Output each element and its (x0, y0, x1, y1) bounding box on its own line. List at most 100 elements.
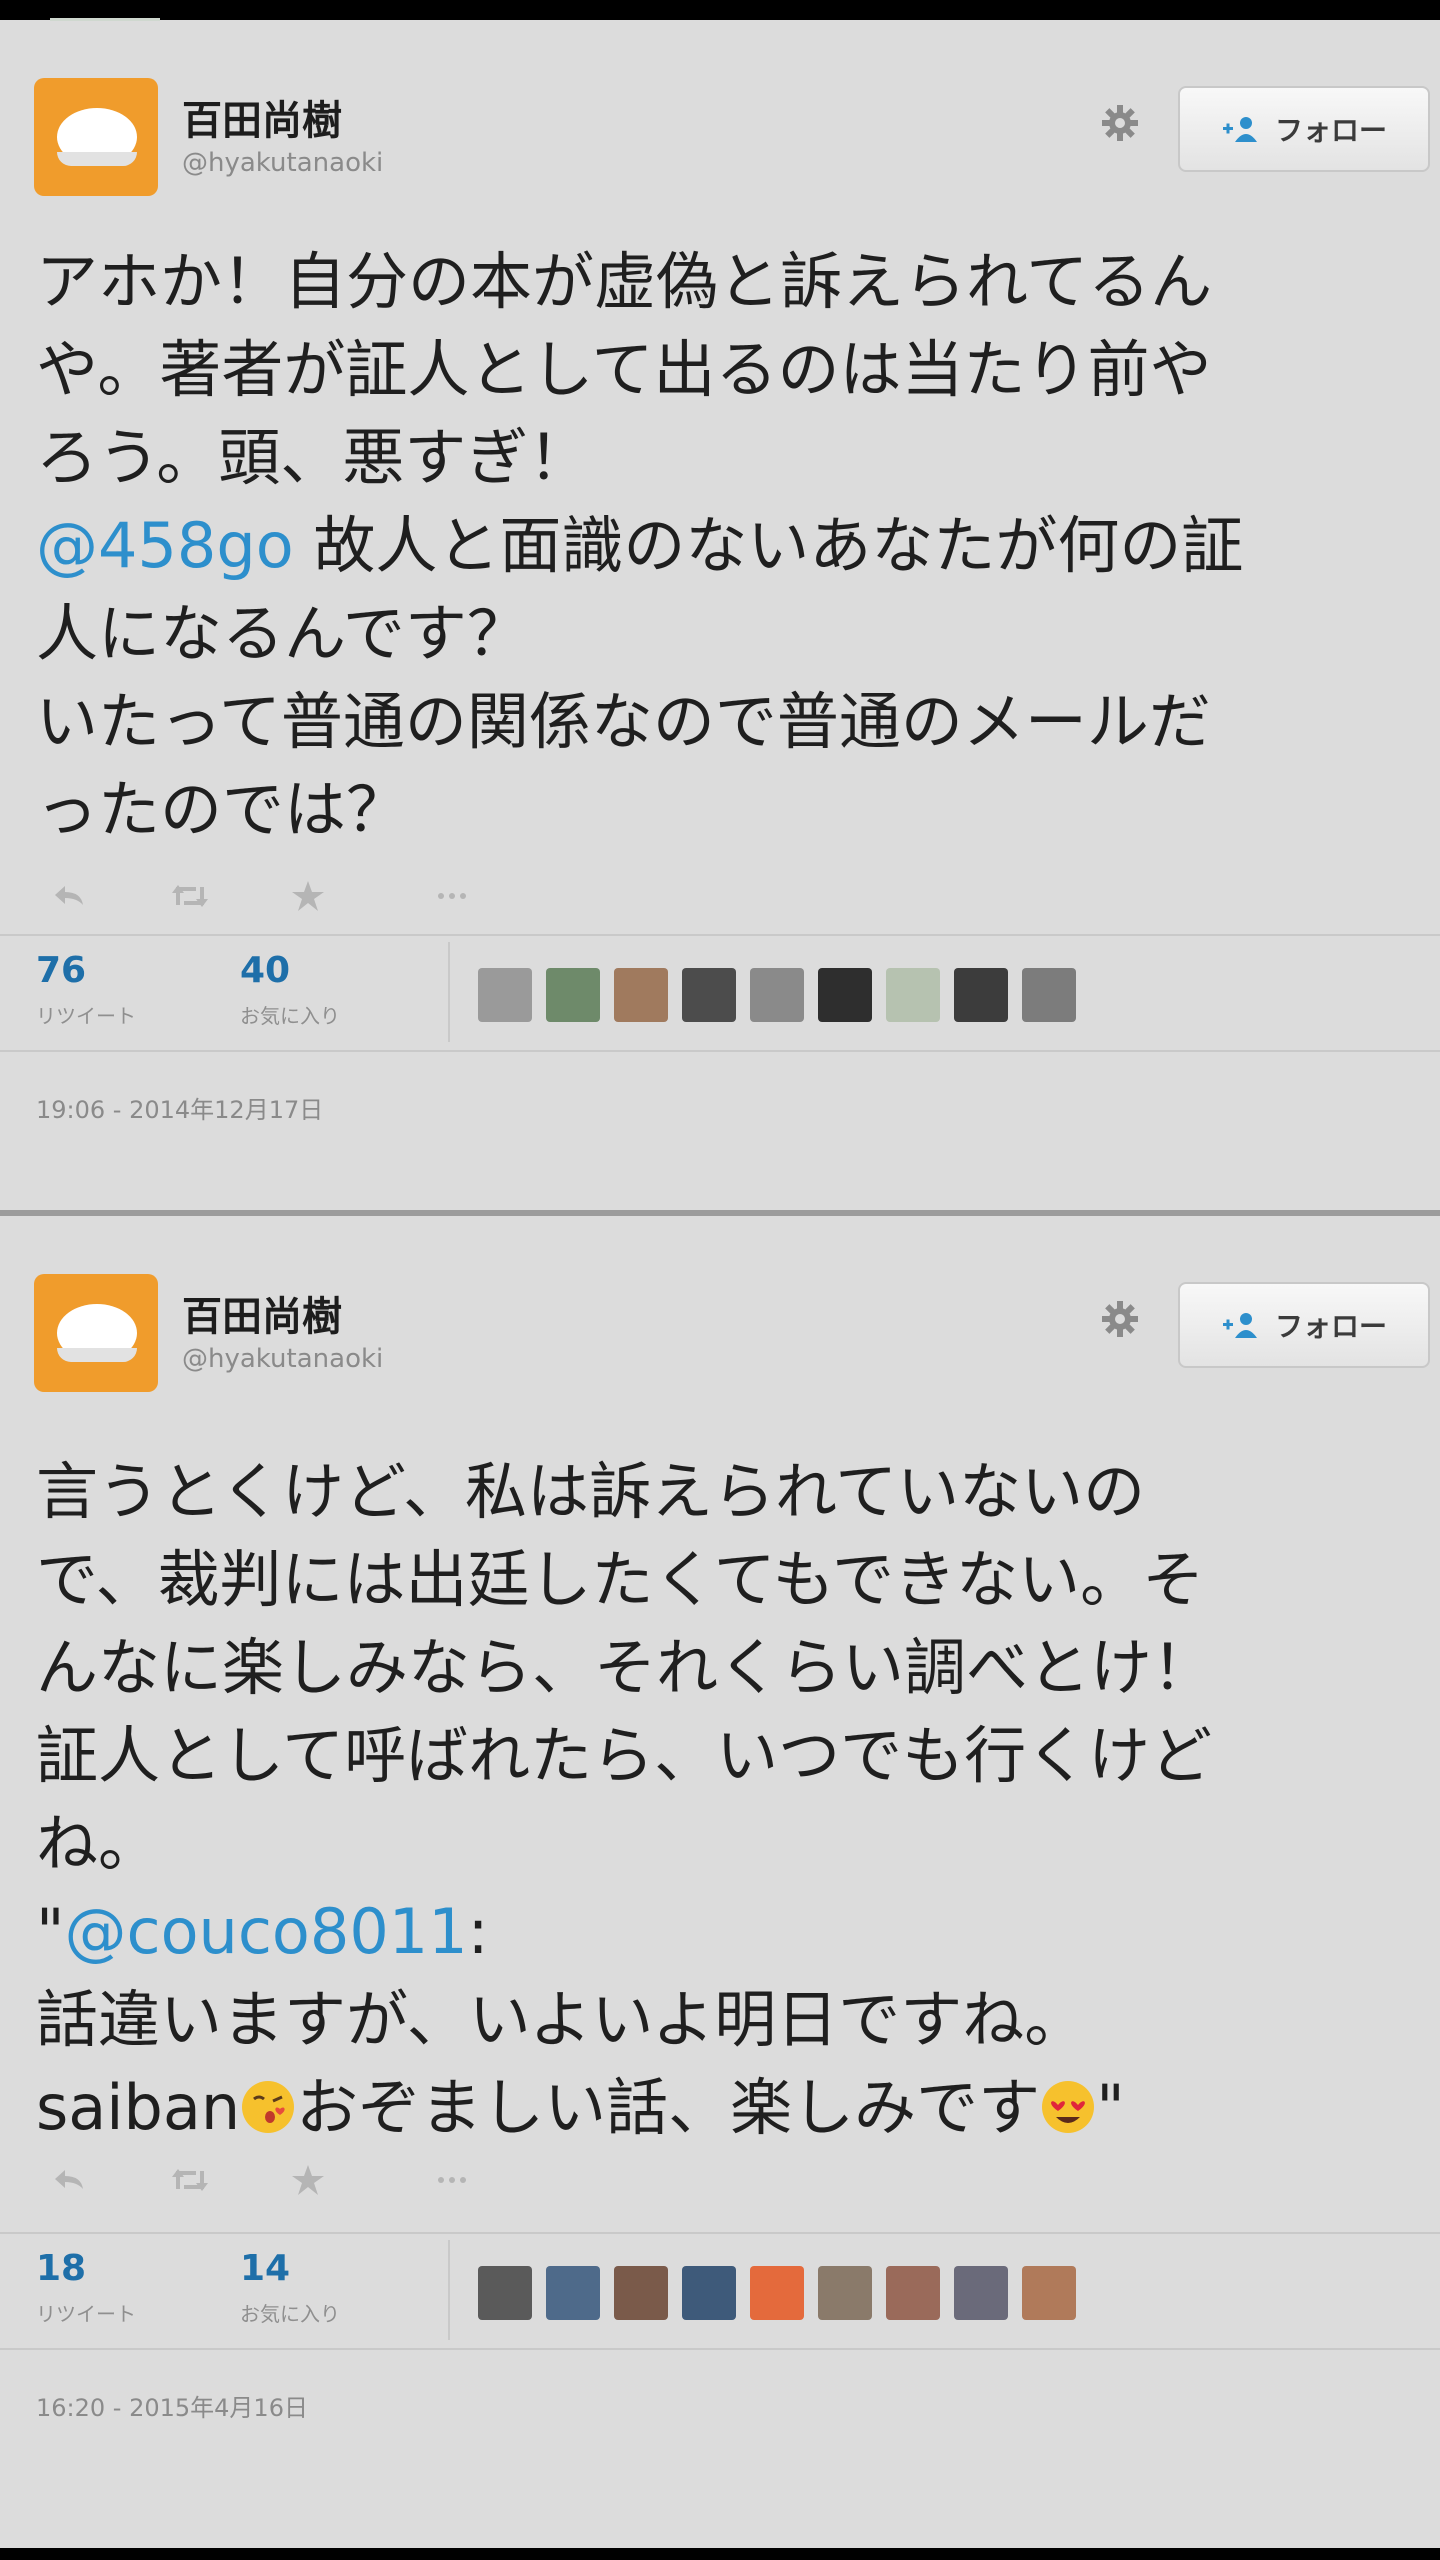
add-user-icon (1222, 117, 1257, 142)
favoriter-avatar[interactable] (750, 968, 804, 1022)
kiss-face-emoji (240, 2070, 296, 2133)
tweet-card: 百田尚樹 @hyakutanaoki フォロー 言うとくけど、私は訴えられていな… (0, 1216, 1440, 2548)
tweet-text-line: 人になるんです？ (36, 590, 1416, 678)
favorite-count[interactable]: 14 (240, 2248, 290, 2289)
favoriter-avatar[interactable] (478, 968, 532, 1022)
tweet-timestamp[interactable]: 16:20 - 2015年4月16日 (36, 2388, 308, 2423)
favoriter-avatar[interactable] (682, 968, 736, 1022)
mention-link[interactable]: @458go (36, 509, 294, 582)
user-name[interactable]: 百田尚樹 (182, 88, 342, 146)
retweet-icon[interactable] (160, 2150, 220, 2210)
favoriter-avatar[interactable] (478, 2266, 532, 2320)
stats-divider (448, 2240, 450, 2340)
favoriter-avatar[interactable] (954, 968, 1008, 1022)
top-bar (0, 0, 1440, 20)
gear-icon[interactable] (1093, 1292, 1147, 1346)
tweet-text-line: 話違いますが、いよいよ明日ですね。 (36, 1976, 1416, 2064)
heart-eyes-face-emoji (1040, 2070, 1096, 2133)
tweet-text: アホか！自分の本が虚偽と訴えられてるん や。著者が証人として出るのは当たり前や ろう… (36, 238, 1416, 854)
tweet-text-line: んなに楽しみなら、それくらい調べとけ！ (36, 1624, 1416, 1712)
tweet-text-line: アホか！自分の本が虚偽と訴えられてるん (36, 238, 1416, 326)
user-handle[interactable]: @hyakutanaoki (182, 148, 383, 178)
tweet-timestamp[interactable]: 19:06 - 2014年12月17日 (36, 1090, 323, 1125)
tweet-text-line: や。著者が証人として出るのは当たり前や (36, 326, 1416, 414)
tweet-text-segment: : (467, 1895, 489, 1968)
tweet-text-line: 言うとくけど、私は訴えられていないの (36, 1448, 1416, 1536)
stats-divider (448, 942, 450, 1042)
tweet-text-line: "@couco8011: (36, 1888, 1416, 1976)
avatar[interactable] (34, 1274, 158, 1392)
favoriter-avatar[interactable] (614, 2266, 668, 2320)
tweet-text-segment: 証人として呼ばれたら、いつでも行くけど (36, 1719, 1213, 1792)
tweet-text-line: saiban おぞましい話、楽しみです " (36, 2064, 1416, 2152)
tweet-text-line: いたって普通の関係なので普通のメールだ (36, 678, 1416, 766)
favoriter-avatar[interactable] (818, 2266, 872, 2320)
retweet-count[interactable]: 18 (36, 2248, 86, 2289)
tweet-text-segment: や。著者が証人として出るのは当たり前や (36, 333, 1212, 406)
more-icon[interactable] (422, 2150, 482, 2210)
more-icon[interactable] (422, 866, 482, 926)
tweet-text-segment: saiban (36, 2071, 241, 2144)
favoriter-avatar[interactable] (546, 2266, 600, 2320)
favoriter-avatar[interactable] (614, 968, 668, 1022)
tweet-text-segment: " (36, 1895, 65, 1968)
tweet-text-line: ね。 (36, 1800, 1416, 1888)
retweet-icon[interactable] (160, 866, 220, 926)
mention-link[interactable]: @couco8011 (65, 1895, 468, 1968)
tweet-text-line: で、裁判には出廷したくてもできない。そ (36, 1536, 1416, 1624)
favoriter-avatar[interactable] (682, 2266, 736, 2320)
tweet-text-line: 証人として呼ばれたら、いつでも行くけど (36, 1712, 1416, 1800)
tweet-text: 言うとくけど、私は訴えられていないの で、裁判には出廷したくてもできない。そ んなに… (36, 1448, 1416, 2152)
tweet-text-line: @458go 故人と面識のないあなたが何の証 (36, 502, 1416, 590)
tweet-stats: 18 リツイート 14 お気に入り (0, 2232, 1440, 2350)
reply-icon[interactable] (40, 2150, 100, 2210)
favorite-label: お気に入り (240, 2302, 340, 2326)
follow-button[interactable]: フォロー (1178, 86, 1430, 172)
tweet-text-segment: んなに楽しみなら、それくらい調べとけ！ (36, 1631, 1215, 1704)
tweet-text-segment: ったのでは？ (36, 773, 409, 846)
tweet-text-segment: " (1096, 2071, 1125, 2144)
user-handle[interactable]: @hyakutanaoki (182, 1344, 383, 1374)
tweet-text-segment: 言うとくけど、私は訴えられていないの (36, 1455, 1146, 1528)
tweet-text-segment: 話違いますが、いよいよ明日ですね。 (36, 1983, 1087, 2056)
user-name[interactable]: 百田尚樹 (182, 1284, 342, 1342)
star-icon[interactable] (278, 2150, 338, 2210)
retweet-label: リツイート (36, 2302, 136, 2326)
tweet-actions (40, 866, 540, 926)
retweet-label: リツイート (36, 1004, 136, 1028)
gear-icon[interactable] (1093, 96, 1147, 150)
tweet-text-segment: ね。 (36, 1807, 161, 1880)
star-icon[interactable] (278, 866, 338, 926)
bottom-bar (0, 2548, 1440, 2560)
tweet-text-segment: 人になるんです？ (36, 597, 529, 670)
favoriter-avatar[interactable] (886, 968, 940, 1022)
tweet-card: 百田尚樹 @hyakutanaoki フォロー アホか！自分の本が虚偽と訴えられ… (0, 20, 1440, 1210)
favoriter-avatar[interactable] (1022, 2266, 1076, 2320)
tweet-stats: 76 リツイート 40 お気に入り (0, 934, 1440, 1052)
tweet-text-segment: ろう。頭、悪すぎ！ (36, 421, 591, 494)
follow-label: フォロー (1274, 1310, 1387, 1343)
favorite-count[interactable]: 40 (240, 950, 290, 991)
favoriter-avatar[interactable] (954, 2266, 1008, 2320)
follow-button[interactable]: フォロー (1178, 1282, 1430, 1368)
tweet-actions (40, 2150, 540, 2210)
tweet-text-line: ったのでは？ (36, 766, 1416, 854)
tweet-text-segment: いたって普通の関係なので普通のメールだ (36, 685, 1211, 758)
retweet-count[interactable]: 76 (36, 950, 86, 991)
tweet-text-segment: アホか！自分の本が虚偽と訴えられてるん (36, 245, 1213, 318)
favorite-label: お気に入り (240, 1004, 340, 1028)
favoriter-avatar[interactable] (750, 2266, 804, 2320)
favoriter-avatar[interactable] (886, 2266, 940, 2320)
favoriter-avatar[interactable] (1022, 968, 1076, 1022)
reply-icon[interactable] (40, 866, 100, 926)
tweet-text-segment: で、裁判には出廷したくてもできない。そ (36, 1543, 1205, 1616)
follow-label: フォロー (1274, 114, 1387, 147)
avatar[interactable] (34, 78, 158, 196)
add-user-icon (1222, 1313, 1257, 1338)
screenshot-screen: 百田尚樹 @hyakutanaoki フォロー アホか！自分の本が虚偽と訴えられ… (0, 0, 1440, 2548)
favoriter-avatar[interactable] (546, 968, 600, 1022)
tweet-text-segment: おぞましい話、楽しみです (296, 2071, 1041, 2144)
tweet-text-segment: 故人と面識のないあなたが何の証 (293, 509, 1244, 582)
favoriter-avatar[interactable] (818, 968, 872, 1022)
tweet-text-line: ろう。頭、悪すぎ！ (36, 414, 1416, 502)
